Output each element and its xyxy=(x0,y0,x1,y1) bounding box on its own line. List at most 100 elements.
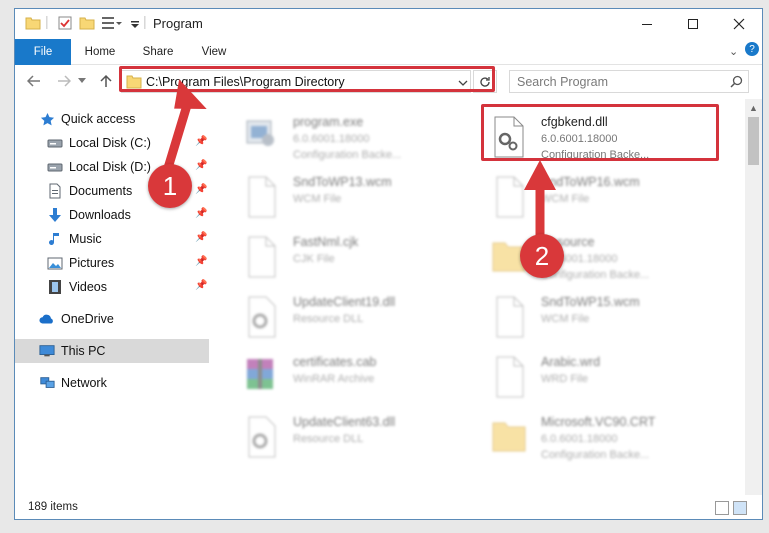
file-detail: 6.0.6001.18000 xyxy=(293,133,370,145)
separator: | xyxy=(143,13,147,29)
dll-icon xyxy=(243,295,279,339)
star-icon xyxy=(39,111,55,127)
pictures-icon xyxy=(47,255,63,271)
file-detail: Configuration Backe... xyxy=(541,449,650,461)
blank-file-icon xyxy=(243,175,279,219)
minimize-button[interactable] xyxy=(624,9,670,39)
vertical-scrollbar[interactable]: ▲ xyxy=(745,99,762,495)
sidebar-item-label: Quick access xyxy=(61,112,136,126)
file-name: program.exe xyxy=(293,115,364,129)
dll-gear-icon xyxy=(491,115,527,159)
step-badge-2: 2 xyxy=(520,234,564,278)
file-item[interactable]: program.exe 6.0.6001.18000 Configuration… xyxy=(233,109,473,167)
file-item[interactable]: SndToWP15.wcm WCM File xyxy=(481,289,721,347)
drive-icon xyxy=(47,159,63,175)
tab-view[interactable]: View xyxy=(193,39,235,65)
back-button[interactable] xyxy=(23,71,45,91)
refresh-button[interactable] xyxy=(473,70,497,93)
file-detail: Configuration Backe... xyxy=(541,149,650,161)
search-input[interactable] xyxy=(510,71,720,92)
file-item[interactable]: UpdateClient63.dll Resource DLL xyxy=(233,409,473,467)
file-name: UpdateClient19.dll xyxy=(293,295,396,309)
tab-home[interactable]: Home xyxy=(77,39,123,65)
new-folder-icon[interactable] xyxy=(79,15,95,33)
ribbon: File Home Share View ⌄ ? xyxy=(15,39,762,65)
tab-share[interactable]: Share xyxy=(135,39,181,65)
file-item[interactable]: Resource 6.0.6001.18000 Configuration Ba… xyxy=(481,229,721,287)
exe-icon xyxy=(243,115,279,159)
maximize-button[interactable] xyxy=(670,9,716,39)
pin-icon: 📌 xyxy=(195,160,208,171)
address-bar[interactable]: C:\Program Files\Program Directory xyxy=(121,70,471,93)
tab-file[interactable]: File xyxy=(15,39,71,65)
sidebar-item-label: Pictures xyxy=(69,256,115,270)
expand-ribbon-icon[interactable]: ⌄ xyxy=(729,45,738,58)
properties-icon[interactable] xyxy=(57,15,73,33)
file-item-cfgbkend[interactable]: cfgbkend.dll 6.0.6001.18000 Configuratio… xyxy=(481,109,721,167)
file-item[interactable]: Microsoft.VC90.CRT 6.0.6001.18000 Config… xyxy=(481,409,721,467)
sidebar-item-downloads[interactable]: Downloads 📌 xyxy=(15,203,209,227)
sidebar-item-pictures[interactable]: Pictures 📌 xyxy=(15,251,209,275)
pin-icon: 📌 xyxy=(195,136,208,147)
sidebar-item-label: Music xyxy=(69,232,102,246)
scroll-thumb[interactable] xyxy=(748,117,759,165)
file-name: Microsoft.VC90.CRT xyxy=(541,415,656,429)
file-item[interactable]: FastNml.cjk CJK File xyxy=(233,229,473,287)
status-bar: 189 items xyxy=(15,495,762,519)
monitor-icon xyxy=(39,343,55,359)
blank-file-icon xyxy=(243,235,279,279)
forward-button[interactable] xyxy=(53,71,75,91)
sidebar-item-videos[interactable]: Videos 📌 xyxy=(15,275,209,299)
chevron-down-icon[interactable] xyxy=(130,17,140,35)
sidebar-item-quick-access[interactable]: Quick access xyxy=(15,107,209,131)
help-icon[interactable]: ? xyxy=(745,42,759,56)
pin-icon: 📌 xyxy=(195,184,208,195)
sidebar-item-this-pc[interactable]: This PC xyxy=(15,339,209,363)
close-button[interactable] xyxy=(716,9,762,39)
search-box[interactable] xyxy=(509,70,749,93)
documents-icon xyxy=(47,183,63,199)
large-icons-view-icon[interactable] xyxy=(733,501,747,515)
dll-icon xyxy=(243,415,279,459)
chevron-down-icon[interactable] xyxy=(458,75,468,93)
file-item[interactable]: Arabic.wrd WRD File xyxy=(481,349,721,407)
file-detail: CJK File xyxy=(293,253,335,265)
up-button[interactable] xyxy=(95,71,117,91)
file-detail: WinRAR Archive xyxy=(293,373,375,385)
file-list: program.exe 6.0.6001.18000 Configuration… xyxy=(211,99,745,495)
blank-file-icon xyxy=(491,355,527,399)
file-item[interactable]: SndToWP13.wcm WCM File xyxy=(233,169,473,227)
file-name: FastNml.cjk xyxy=(293,235,359,249)
sidebar-item-label: Videos xyxy=(69,280,107,294)
file-item[interactable]: certificates.cab WinRAR Archive xyxy=(233,349,473,407)
file-name: UpdateClient63.dll xyxy=(293,415,396,429)
folder-icon[interactable] xyxy=(25,15,41,33)
sidebar-item-network[interactable]: Network xyxy=(15,371,209,395)
customize-icon[interactable] xyxy=(101,15,123,33)
file-name: Arabic.wrd xyxy=(541,355,601,369)
file-name: certificates.cab xyxy=(293,355,377,369)
sidebar-item-music[interactable]: Music 📌 xyxy=(15,227,209,251)
file-detail: WCM File xyxy=(541,193,590,205)
pin-icon: 📌 xyxy=(195,208,208,219)
step-badge-1: 1 xyxy=(148,164,192,208)
title-bar: | | Program xyxy=(15,9,762,39)
sidebar-item-label: This PC xyxy=(61,344,106,358)
pin-icon: 📌 xyxy=(195,232,208,243)
file-name: SndToWP16.wcm xyxy=(541,175,640,189)
sidebar-item-label: Local Disk (C:) xyxy=(69,136,151,150)
sidebar-item-local-disk-c[interactable]: Local Disk (C:) 📌 xyxy=(15,131,209,155)
film-icon xyxy=(47,279,63,295)
cloud-icon xyxy=(39,311,55,327)
details-view-icon[interactable] xyxy=(715,501,729,515)
sidebar-item-onedrive[interactable]: OneDrive xyxy=(15,307,209,331)
music-note-icon xyxy=(47,231,63,247)
scroll-up-icon[interactable]: ▲ xyxy=(745,99,762,116)
explorer-window: | | Program File Home Share View ⌄ ? C:\… xyxy=(14,8,763,520)
sidebar-item-label: Network xyxy=(61,376,107,390)
file-detail: Configuration Backe... xyxy=(293,149,402,161)
file-item[interactable]: SndToWP16.wcm WCM File xyxy=(481,169,721,227)
recent-locations-button[interactable] xyxy=(75,71,89,91)
search-icon[interactable] xyxy=(730,75,743,93)
file-item[interactable]: UpdateClient19.dll Resource DLL xyxy=(233,289,473,347)
